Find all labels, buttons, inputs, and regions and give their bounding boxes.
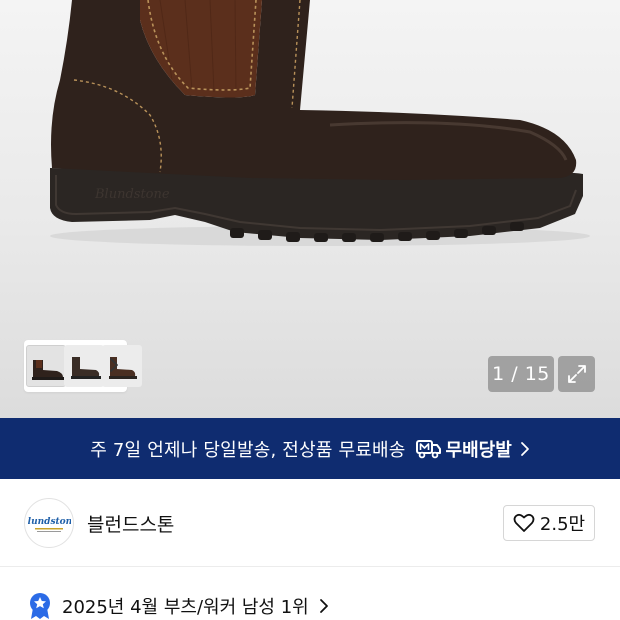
image-counter: 1 / 15: [488, 356, 554, 392]
delivery-truck-icon: [415, 439, 441, 458]
ranking-text: 2025년 4월 부츠/워커 남성 1위: [62, 597, 309, 618]
fast-delivery-badge: 무배당발: [415, 436, 512, 462]
badge-label: 무배당발: [445, 439, 512, 461]
like-count: 2.5만: [539, 514, 586, 535]
heart-icon: [513, 513, 535, 532]
chevron-right-icon: [520, 441, 529, 456]
thumbnail-strip[interactable]: [24, 340, 142, 392]
thumbnail-1[interactable]: [26, 345, 66, 387]
free-shipping-banner[interactable]: 주 7일 언제나 당일발송, 전상품 무료배송 무배당발: [0, 418, 620, 479]
brand-logo[interactable]: Blundstone: [24, 498, 74, 548]
svg-text:Blundstone: Blundstone: [94, 187, 170, 202]
promo-text: 주 7일 언제나 당일발송, 전상품 무료배송: [90, 439, 406, 461]
medal-star-icon: [30, 593, 50, 619]
thumbnail-boot-image: [71, 357, 101, 379]
expand-icon: [567, 365, 586, 383]
chevron-right-icon: [319, 599, 328, 613]
brand-row[interactable]: Blundstone 블런드스톤 2.5만: [0, 479, 620, 567]
brand-name[interactable]: 블런드스톤: [87, 510, 174, 537]
logo-lettering: Blundstone: [27, 517, 71, 527]
product-image-gallery[interactable]: Blundstone 1 / 15: [0, 0, 620, 418]
chevron-right-icon[interactable]: [107, 354, 121, 376]
thumbnail-boot-image: [32, 360, 64, 380]
expand-button[interactable]: [558, 356, 595, 392]
like-button[interactable]: 2.5만: [503, 505, 595, 541]
thumbnail-2[interactable]: [64, 345, 104, 387]
ranking-row[interactable]: 2025년 4월 부츠/워커 남성 1위: [0, 590, 620, 620]
blundstone-logo: Blundstone: [27, 517, 71, 532]
